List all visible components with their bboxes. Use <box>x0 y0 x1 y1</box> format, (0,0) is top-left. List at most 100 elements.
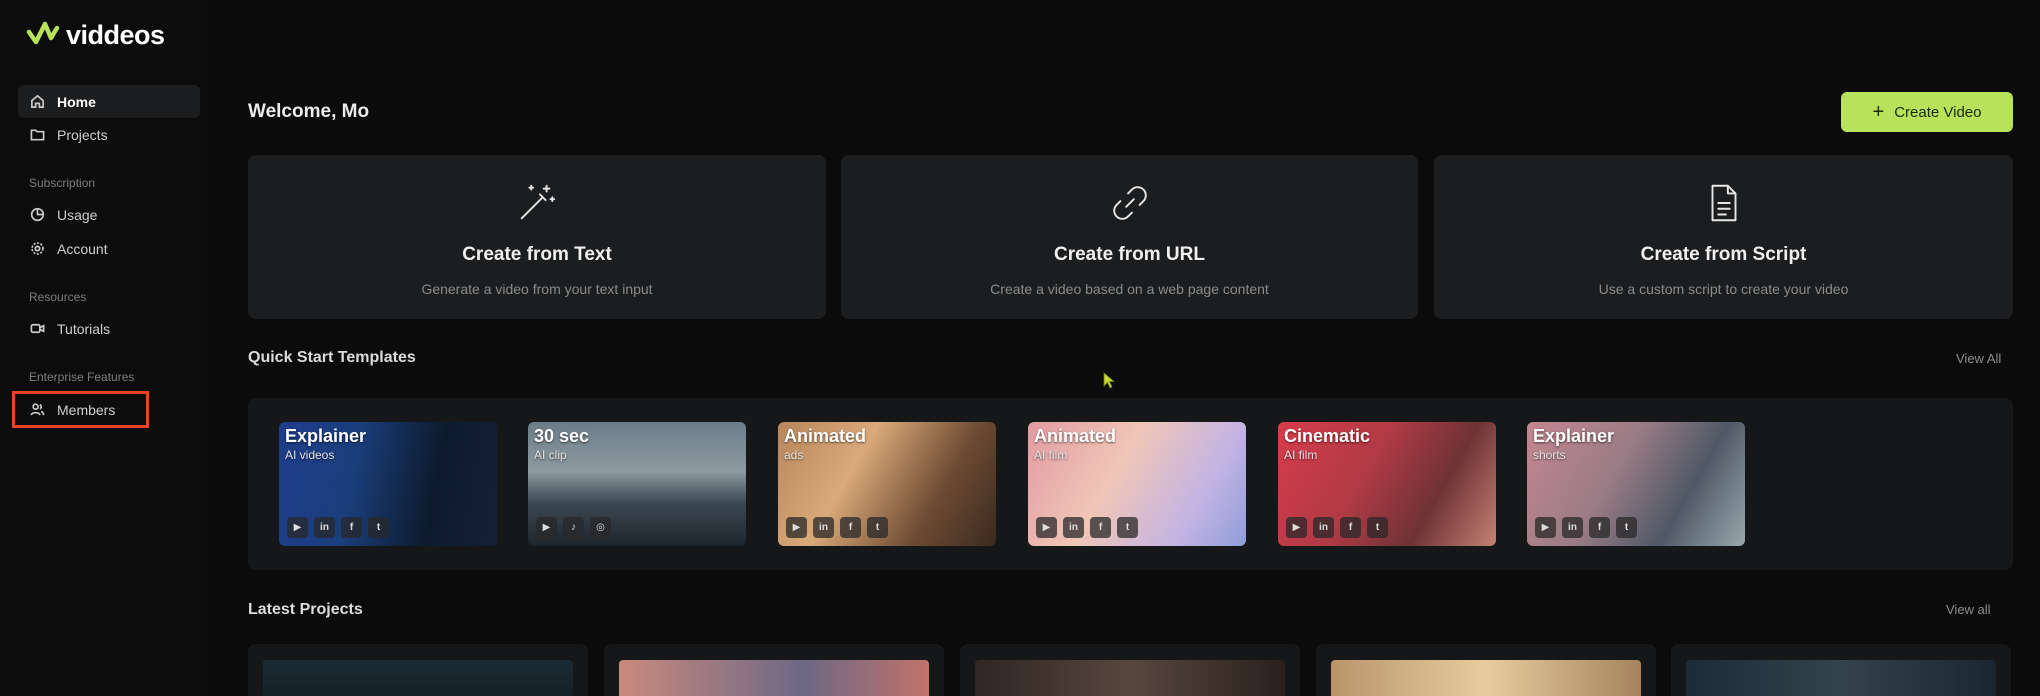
project-thumbnail <box>1686 660 1996 696</box>
sidebar-item-label: Usage <box>57 206 98 223</box>
sidebar-section-enterprise: Enterprise Features <box>29 370 135 384</box>
linkedin-icon: in <box>314 517 335 538</box>
templates-view-all-link[interactable]: View All <box>1956 351 2001 366</box>
facebook-icon: f <box>1090 517 1111 538</box>
sidebar-item-projects[interactable]: Projects <box>18 118 200 151</box>
welcome-heading: Welcome, Mo <box>248 101 370 122</box>
template-platform-icons: ▶ in f t <box>1286 517 1388 538</box>
template-title: Animated <box>784 426 867 446</box>
template-card-explainer-shorts[interactable]: Explainer shorts ▶ in f t <box>1527 422 1745 546</box>
link-icon <box>1112 186 1147 220</box>
project-card[interactable] <box>248 644 588 696</box>
template-subtitle: AI clip <box>534 448 567 462</box>
linkedin-icon: in <box>1063 517 1084 538</box>
twitter-icon: t <box>1117 517 1138 538</box>
template-subtitle: ads <box>784 448 804 462</box>
project-card[interactable] <box>1671 644 2011 696</box>
linkedin-icon: in <box>813 517 834 538</box>
project-thumbnail <box>1331 660 1641 696</box>
card-title: Create from URL <box>1054 244 1205 265</box>
template-title: Explainer <box>285 426 367 446</box>
templates-section-title: Quick Start Templates <box>248 349 416 366</box>
linkedin-icon: in <box>1313 517 1334 538</box>
plus-icon: + <box>1872 101 1885 123</box>
template-subtitle: shorts <box>1533 448 1566 462</box>
document-icon <box>1711 184 1736 222</box>
twitter-icon: t <box>368 517 389 538</box>
sidebar-item-label: Tutorials <box>57 320 111 337</box>
sidebar-item-label: Account <box>57 240 108 257</box>
twitter-icon: t <box>1616 517 1637 538</box>
sidebar-section-subscription: Subscription <box>29 176 96 190</box>
project-card[interactable] <box>604 644 944 696</box>
template-card-explainer[interactable]: Explainer AI videos ▶ in f t <box>279 422 497 546</box>
project-thumbnail <box>263 660 573 696</box>
create-from-text-card[interactable]: Create from Text Generate a video from y… <box>248 155 826 319</box>
template-title: Animated <box>1034 426 1117 446</box>
create-from-url-card[interactable]: Create from URL Create a video based on … <box>841 155 1418 319</box>
projects-view-all-link[interactable]: View all <box>1946 602 1991 617</box>
projects-section-title: Latest Projects <box>248 601 363 618</box>
template-title: 30 sec <box>534 426 590 446</box>
members-highlight-box <box>12 391 149 428</box>
sidebar-item-tutorials[interactable]: Tutorials <box>18 312 200 345</box>
template-card-animated-ads[interactable]: Animated ads ▶ in f t <box>778 422 996 546</box>
project-thumbnail <box>619 660 929 696</box>
template-subtitle: AI film <box>1284 448 1318 462</box>
template-card-animated-film[interactable]: Animated AI film ▶ in f t <box>1028 422 1246 546</box>
tiktok-icon: ♪ <box>563 517 584 538</box>
sidebar-section-resources: Resources <box>29 290 87 304</box>
create-from-script-card[interactable]: Create from Script Use a custom script t… <box>1434 155 2013 319</box>
youtube-icon: ▶ <box>786 517 807 538</box>
template-card-cinematic[interactable]: Cinematic AI film ▶ in f t <box>1278 422 1496 546</box>
card-description: Create a video based on a web page conte… <box>990 281 1269 297</box>
twitter-icon: t <box>1367 517 1388 538</box>
facebook-icon: f <box>341 517 362 538</box>
project-thumbnail <box>975 660 1285 696</box>
template-card-30-sec[interactable]: 30 sec AI clip ▶ ♪ ◎ <box>528 422 746 546</box>
youtube-icon: ▶ <box>536 517 557 538</box>
project-card[interactable] <box>1316 644 1656 696</box>
folder-icon <box>30 129 45 141</box>
card-description: Generate a video from your text input <box>421 281 653 297</box>
template-platform-icons: ▶ in f t <box>1535 517 1637 538</box>
template-subtitle: AI videos <box>285 448 335 462</box>
card-description: Use a custom script to create your video <box>1598 281 1849 297</box>
sidebar-item-account[interactable]: Account <box>18 232 200 265</box>
create-video-label: Create Video <box>1894 103 1982 121</box>
brand-logo[interactable]: viddeos <box>26 18 165 52</box>
sidebar-item-home[interactable]: Home <box>18 85 200 118</box>
youtube-icon: ▶ <box>1286 517 1307 538</box>
facebook-icon: f <box>1340 517 1361 538</box>
project-card[interactable] <box>960 644 1300 696</box>
template-title: Explainer <box>1533 426 1615 446</box>
template-title: Cinematic <box>1284 426 1371 446</box>
template-platform-icons: ▶ ♪ ◎ <box>536 517 611 538</box>
sidebar: viddeos Home Projects Subscription Usage… <box>0 0 210 696</box>
linkedin-icon: in <box>1562 517 1583 538</box>
card-title: Create from Text <box>462 244 612 265</box>
facebook-icon: f <box>840 517 861 538</box>
youtube-icon: ▶ <box>1535 517 1556 538</box>
template-platform-icons: ▶ in f t <box>287 517 389 538</box>
sidebar-item-label: Home <box>57 93 96 110</box>
brand-name: viddeos <box>66 19 165 50</box>
sidebar-item-label: Projects <box>57 126 108 143</box>
youtube-icon: ▶ <box>1036 517 1057 538</box>
viddeos-logo-icon <box>26 21 60 45</box>
video-icon <box>30 323 45 334</box>
template-subtitle: AI film <box>1034 448 1068 462</box>
create-video-button[interactable]: + Create Video <box>1841 92 2013 132</box>
sidebar-item-usage[interactable]: Usage <box>18 198 200 231</box>
instagram-icon: ◎ <box>590 517 611 538</box>
settings-icon <box>31 242 44 255</box>
template-platform-icons: ▶ in f t <box>786 517 888 538</box>
magic-wand-icon <box>520 184 556 220</box>
facebook-icon: f <box>1589 517 1610 538</box>
home-icon <box>31 94 44 108</box>
youtube-icon: ▶ <box>287 517 308 538</box>
card-title: Create from Script <box>1640 244 1807 265</box>
template-platform-icons: ▶ in f t <box>1036 517 1138 538</box>
twitter-icon: t <box>867 517 888 538</box>
pie-chart-icon <box>30 207 45 222</box>
